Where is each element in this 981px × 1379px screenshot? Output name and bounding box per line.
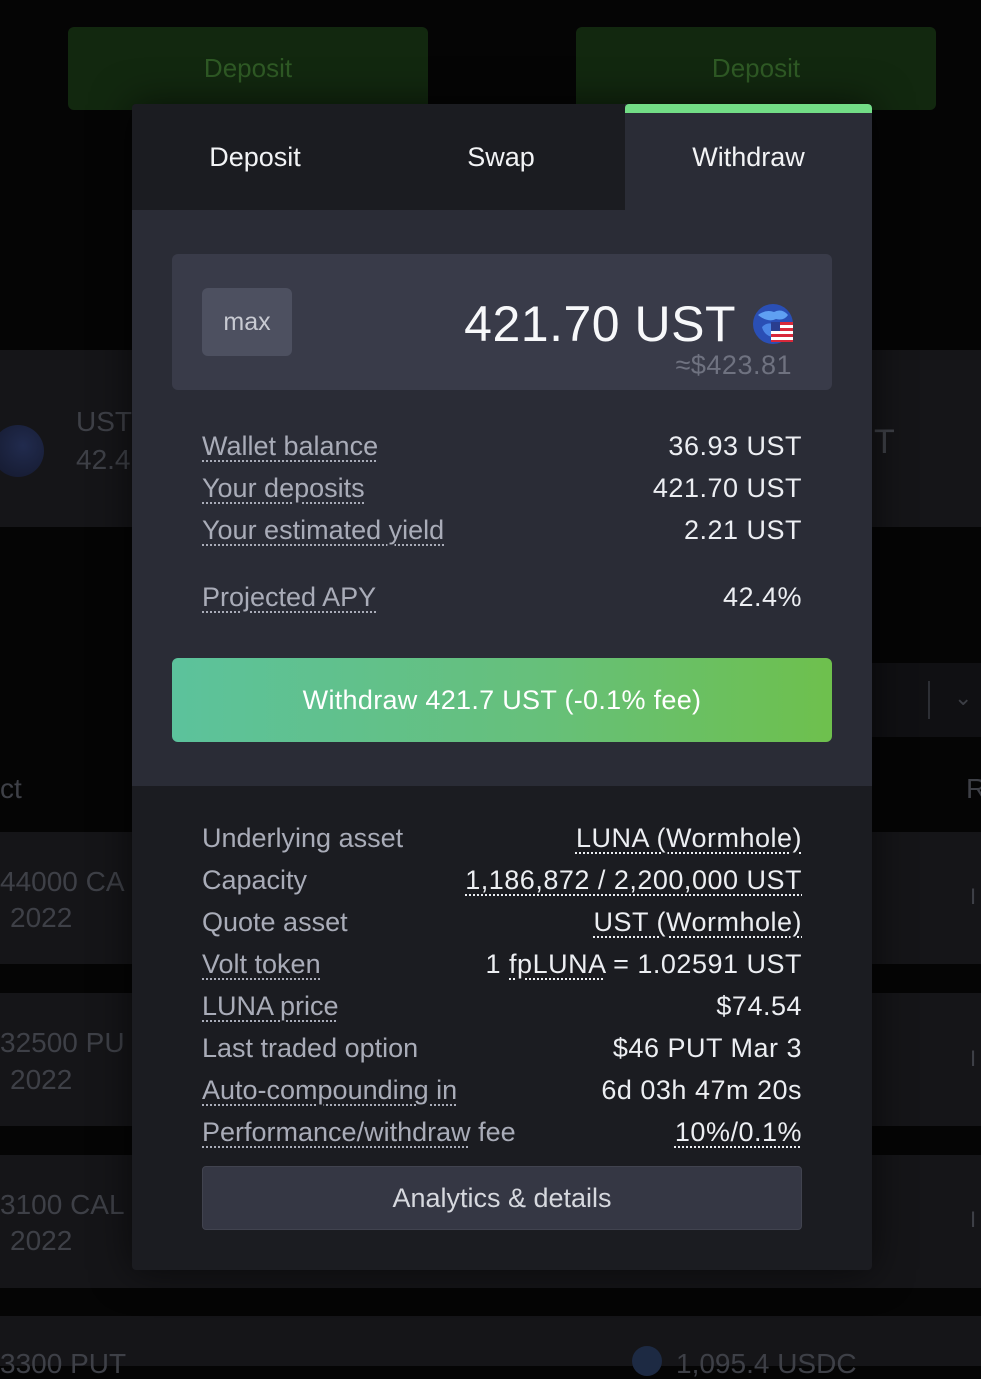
wallet-balance-label[interactable]: Wallet balance — [202, 428, 378, 464]
tab-label: Withdraw — [692, 141, 805, 172]
volt-token-rate: = 1.02591 UST — [613, 949, 802, 979]
quote-asset-label: Quote asset — [202, 907, 348, 937]
volt-token-link[interactable]: fpLUNA — [509, 949, 605, 979]
usd-estimate: ≈$423.81 — [675, 350, 792, 380]
background-column-header: R — [966, 773, 981, 804]
background-row-title: 3100 CAL — [0, 1189, 125, 1220]
underlying-asset-label: Underlying asset — [202, 823, 404, 853]
background-column-header: ct — [0, 773, 22, 804]
tab-bar: Deposit Swap Withdraw — [132, 104, 872, 210]
background-row-title: 3300 PUT — [0, 1348, 127, 1379]
background-row-year: 2022 — [10, 1225, 73, 1256]
background-row-marker: I — [970, 1207, 977, 1232]
fee-label-link[interactable]: Performance/withdraw — [202, 1117, 471, 1147]
capacity-label: Capacity — [202, 865, 308, 895]
background-row-marker: I — [970, 1046, 977, 1071]
capacity-row: Capacity 1,186,872 / 2,200,000 UST — [202, 862, 802, 898]
background-filter-select[interactable]: ⌄ — [872, 663, 981, 737]
volt-token-value: 1 fpLUNA = 1.02591 UST — [486, 946, 803, 982]
wallet-balance-value: 36.93 UST — [668, 431, 802, 461]
divider — [928, 681, 930, 719]
vault-action-modal: Deposit Swap Withdraw max 421.70 UST ≈$4… — [132, 104, 872, 1270]
estimated-yield-value: 2.21 UST — [683, 515, 802, 545]
amount-input[interactable]: max 421.70 UST ≈$423.81 — [172, 254, 832, 390]
volt-token-row: Volt token 1 fpLUNA = 1.02591 UST — [202, 946, 802, 982]
tab-withdraw[interactable]: Withdraw — [625, 104, 872, 210]
background-row-marker: I — [970, 884, 977, 909]
amount-value[interactable]: 421.70 UST — [464, 294, 736, 354]
background-row-year: 2022 — [10, 902, 73, 933]
fee-label: Performance/withdraw fee — [202, 1114, 516, 1150]
luna-price-label[interactable]: LUNA price — [202, 988, 339, 1024]
background-row-title: 32500 PU — [0, 1027, 125, 1058]
fee-row: Performance/withdraw fee 10%/0.1% — [202, 1114, 802, 1150]
estimated-yield-label[interactable]: Your estimated yield — [202, 512, 444, 548]
tab-label: Swap — [467, 141, 535, 172]
quote-asset-row: Quote asset UST (Wormhole) — [202, 904, 802, 940]
last-traded-value: $46 PUT Mar 3 — [612, 1033, 802, 1063]
auto-compounding-label[interactable]: Auto-compounding in — [202, 1072, 457, 1108]
your-deposits-label[interactable]: Your deposits — [202, 470, 365, 506]
chevron-down-icon: ⌄ — [954, 685, 973, 710]
capacity-value[interactable]: 1,186,872 / 2,200,000 UST — [465, 862, 802, 898]
underlying-asset-link[interactable]: LUNA (Wormhole) — [576, 820, 802, 856]
estimated-yield-row: Your estimated yield 2.21 UST — [202, 512, 802, 548]
tab-swap[interactable]: Swap — [378, 104, 624, 210]
projected-apy-row: Projected APY 42.4% — [202, 579, 802, 615]
your-deposits-row: Your deposits 421.70 UST — [202, 470, 802, 506]
background-row-year: 2022 — [10, 1064, 73, 1095]
luna-price-row: LUNA price $74.54 — [202, 988, 802, 1024]
background-vault-symbol: UST — [76, 406, 132, 437]
max-button[interactable]: max — [202, 288, 292, 356]
withdraw-button[interactable]: Withdraw 421.7 UST (-0.1% fee) — [172, 658, 832, 742]
last-traded-label: Last traded option — [202, 1033, 419, 1063]
auto-compounding-row: Auto-compounding in 6d 03h 47m 20s — [202, 1072, 802, 1108]
luna-price-value: $74.54 — [716, 991, 802, 1021]
tab-deposit[interactable]: Deposit — [132, 104, 378, 210]
volt-token-amount: 1 — [485, 949, 502, 979]
wallet-balance-row: Wallet balance 36.93 UST — [202, 428, 802, 464]
background-vault-apy: 42.4 — [76, 444, 131, 475]
background-row-amount: 1,095.4 USDC — [676, 1348, 857, 1379]
background-vault-text: T — [874, 423, 895, 461]
vault-details: Underlying asset LUNA (Wormhole) Capacit… — [132, 786, 872, 1270]
fee-label-suffix: fee — [478, 1117, 516, 1147]
volt-token-label[interactable]: Volt token — [202, 946, 321, 982]
ust-coin-icon — [753, 304, 793, 344]
projected-apy-value: 42.4% — [722, 582, 802, 612]
background-deposit-button[interactable]: Deposit — [576, 27, 936, 110]
fee-value[interactable]: 10%/0.1% — [675, 1114, 802, 1150]
auto-compounding-countdown: 6d 03h 47m 20s — [601, 1075, 802, 1105]
withdraw-panel: max 421.70 UST ≈$423.81 Wallet balance 3… — [132, 210, 872, 786]
quote-asset-link[interactable]: UST (Wormhole) — [593, 904, 802, 940]
usdc-coin-icon — [632, 1346, 662, 1376]
underlying-asset-row: Underlying asset LUNA (Wormhole) — [202, 820, 802, 856]
tab-label: Deposit — [209, 141, 301, 172]
last-traded-row: Last traded option $46 PUT Mar 3 — [202, 1030, 802, 1066]
projected-apy-label[interactable]: Projected APY — [202, 579, 376, 615]
analytics-details-button[interactable]: Analytics & details — [202, 1166, 802, 1230]
background-row-title: 44000 CA — [0, 866, 125, 897]
your-deposits-value: 421.70 UST — [652, 473, 802, 503]
background-deposit-button[interactable]: Deposit — [68, 27, 428, 110]
